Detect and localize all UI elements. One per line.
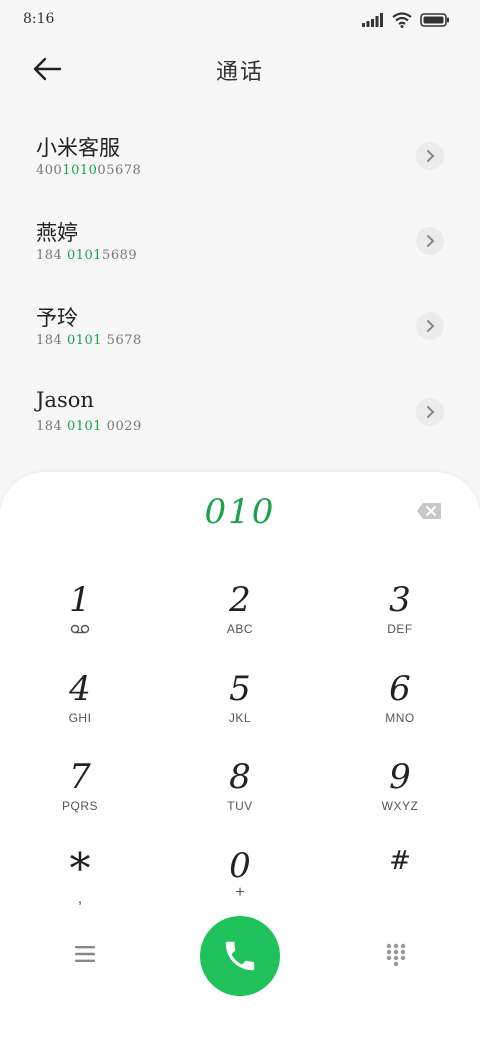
key-8[interactable]: 8 TUV [180,757,300,837]
chevron-right-icon [427,320,435,332]
menu-button[interactable] [72,943,98,965]
key-1[interactable]: 1 [20,580,140,660]
delete-button[interactable] [416,502,442,520]
key-digit: 1 [69,580,91,620]
wifi-icon [392,12,412,28]
backspace-icon [417,503,441,519]
key-digit: 2 [229,580,251,620]
chevron-right-icon [427,406,435,418]
contact-name: 予玲 [36,306,78,330]
key-4[interactable]: 4 GHI [20,669,140,749]
key-hash[interactable]: # [340,846,460,926]
contact-number: 184 0101 0029 [36,419,142,434]
keypad-toggle-button[interactable] [384,942,408,968]
contact-detail-button[interactable] [416,227,444,255]
key-5[interactable]: 5 JKL [180,669,300,749]
contact-detail-button[interactable] [416,142,444,170]
key-letters: PQRS [61,799,98,813]
key-letters: DEF [387,622,413,636]
status-time: 8:16 [23,11,55,27]
contact-name: Jason [36,388,94,412]
key-digit: # [389,846,411,876]
key-2[interactable]: 2 ABC [180,580,300,660]
key-digit: 0 [229,846,251,886]
key-0[interactable]: 0 + [180,846,300,926]
dial-input[interactable]: 010 [0,492,480,532]
key-6[interactable]: 6 MNO [340,669,460,749]
contact-item[interactable]: 燕婷 184 01015689 [0,217,480,301]
key-star[interactable]: * , [20,846,140,926]
battery-icon [420,13,449,27]
page-title: 通话 [215,60,264,85]
key-letters: , [77,890,83,907]
phone-icon [225,941,255,971]
number-match: 0101 [66,333,103,348]
key-digit: 3 [389,580,411,620]
contact-name: 燕婷 [36,221,78,245]
keypad-icon [386,943,406,967]
number-match: 0101 [66,248,103,263]
key-digit: * [69,844,91,893]
contact-item[interactable]: 小米客服 400101005678 [0,132,480,216]
number-match: 0101 [66,419,103,434]
key-9[interactable]: 9 WXYZ [340,757,460,837]
contact-name: 小米客服 [36,136,120,160]
chevron-right-icon [427,235,435,247]
contact-item[interactable]: 予玲 184 0101 5678 [0,302,480,386]
contact-detail-button[interactable] [416,398,444,426]
key-digit: 5 [229,669,251,709]
contact-detail-button[interactable] [416,312,444,340]
key-letters: MNO [385,711,415,725]
contact-number: 400101005678 [36,163,142,178]
key-letters: + [235,884,245,901]
key-digit: 7 [69,757,91,797]
key-letters: TUV [227,799,253,813]
key-digit: 4 [69,669,91,709]
status-bar: 8:16 [0,0,480,40]
number-match: 1010 [62,163,98,178]
status-icons [362,12,450,28]
call-button[interactable] [200,916,280,996]
key-letters: GHI [68,711,92,725]
key-letters: JKL [228,711,252,725]
header: 通话 [0,40,480,100]
contact-number: 184 0101 5678 [36,333,142,348]
key-digit: 6 [389,669,411,709]
key-7[interactable]: 7 PQRS [20,757,140,837]
key-digit: 9 [389,757,411,797]
contact-item[interactable]: Jason 184 0101 0029 [0,388,480,472]
signal-icon [362,13,383,27]
key-digit: 8 [229,757,251,797]
contact-number: 184 01015689 [36,248,138,263]
key-3[interactable]: 3 DEF [340,580,460,660]
key-letters: ABC [226,622,254,636]
menu-icon [75,946,95,962]
voicemail-icon [70,624,90,634]
chevron-right-icon [427,150,435,162]
key-letters: WXYZ [381,799,419,813]
